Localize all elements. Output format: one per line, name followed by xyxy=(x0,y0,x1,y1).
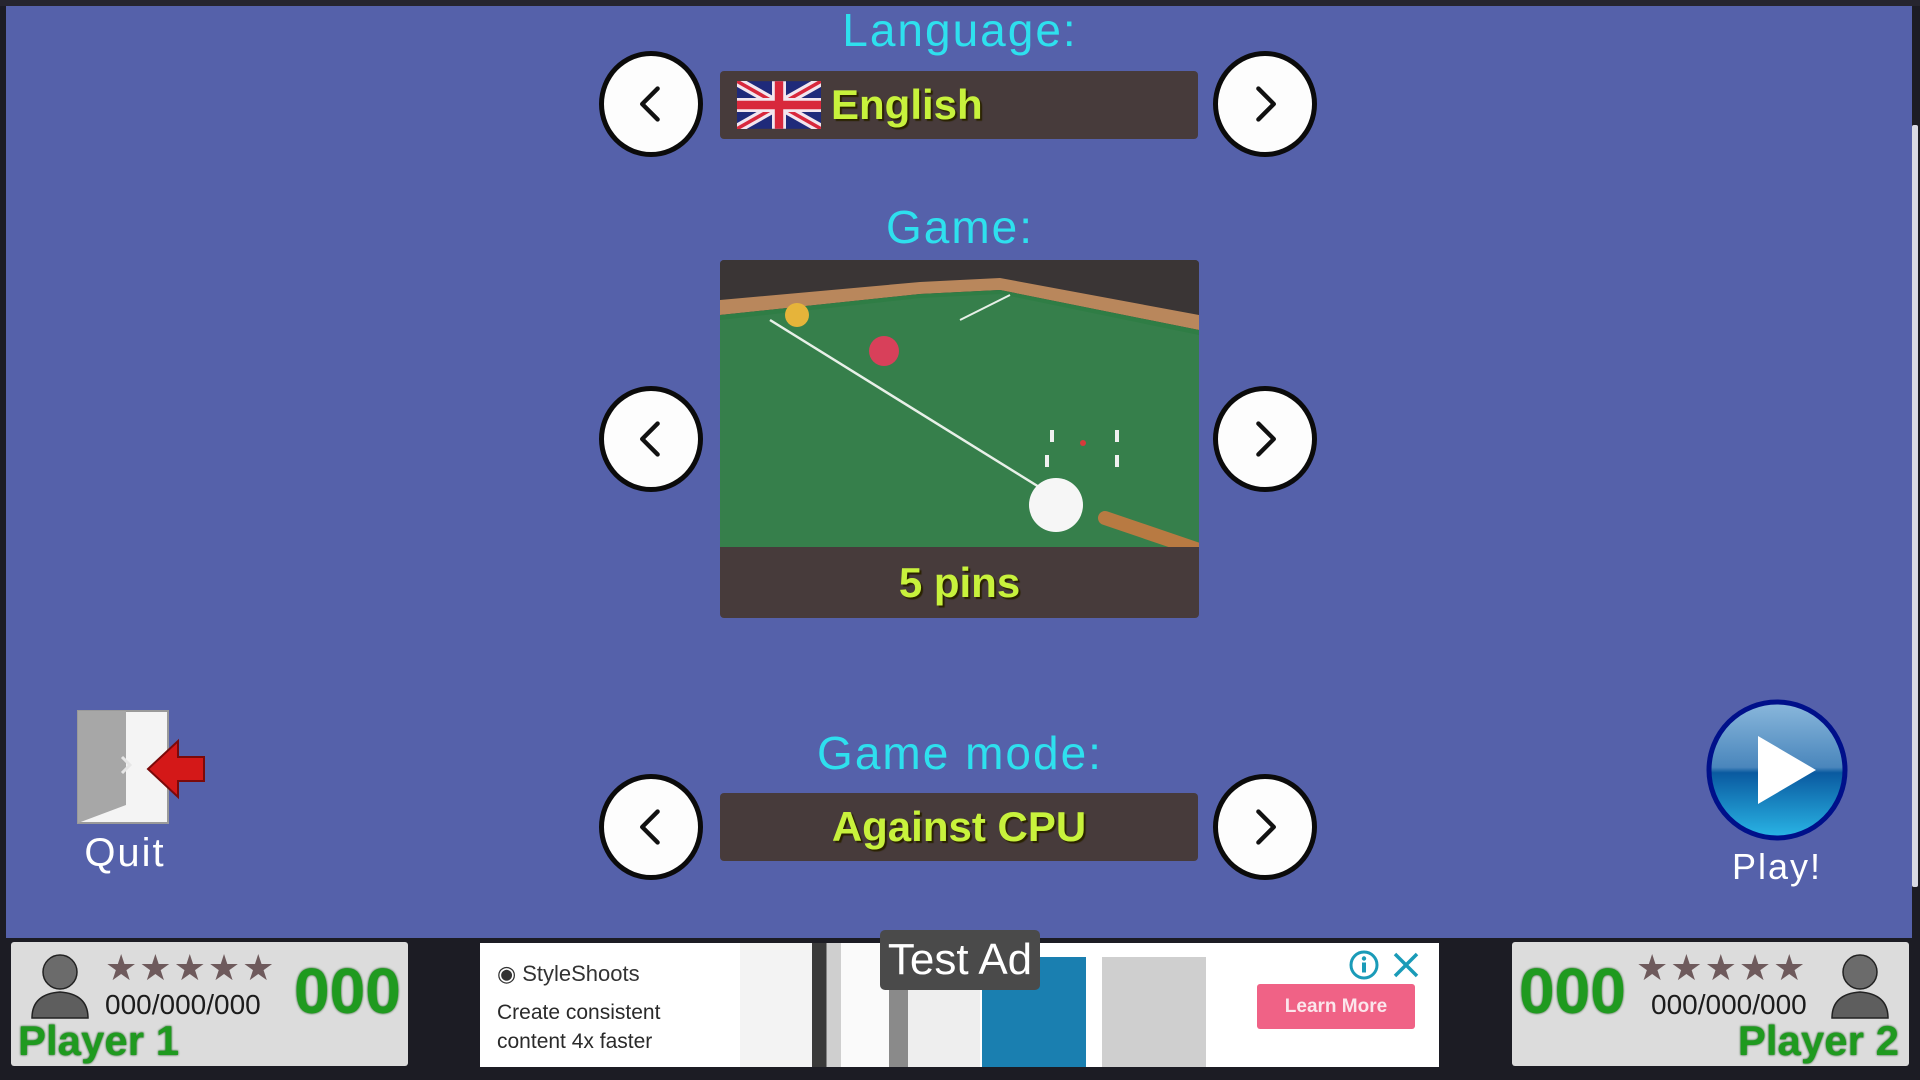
ad-image-model-2 xyxy=(1102,957,1206,1067)
chevron-right-icon xyxy=(1256,421,1276,457)
game-card[interactable]: 5 pins xyxy=(720,260,1199,618)
chevron-right-icon xyxy=(1256,86,1276,122)
player1-card: ★ ★ ★ ★ ★ 000/000/000 000 Player 1 xyxy=(11,942,408,1066)
game-value: 5 pins xyxy=(898,558,1021,606)
exit-door-icon xyxy=(77,710,205,824)
chevron-left-icon xyxy=(640,809,660,845)
ad-brand: ◉ StyleShoots xyxy=(497,961,640,987)
game-next-button[interactable] xyxy=(1213,386,1317,492)
play-button[interactable]: Play! xyxy=(1702,698,1852,893)
language-next-button[interactable] xyxy=(1213,51,1317,157)
chevron-right-icon xyxy=(1256,809,1276,845)
star-icon: ★ xyxy=(1636,947,1669,988)
game-mode-prev-button[interactable] xyxy=(599,774,703,880)
game-label: Game: xyxy=(885,201,1035,253)
ad-copy-line2: content 4x faster xyxy=(497,1030,653,1053)
uk-flag-icon xyxy=(737,81,821,129)
player2-name: Player 2 xyxy=(1737,1017,1899,1064)
user-avatar-icon xyxy=(31,954,89,1019)
chevron-left-icon xyxy=(640,421,660,457)
ad-brand-name: StyleShoots xyxy=(522,961,640,986)
player1-name: Player 1 xyxy=(18,1017,180,1064)
star-icon: ★ xyxy=(1704,947,1737,988)
player1-stars: ★ ★ ★ ★ ★ xyxy=(105,950,274,986)
play-label: Play! xyxy=(1731,846,1823,887)
game-mode-next-button[interactable] xyxy=(1213,774,1317,880)
language-label: Language: xyxy=(842,4,1078,56)
language-prev-button[interactable] xyxy=(599,51,703,157)
star-icon: ★ xyxy=(207,947,241,988)
star-icon: ★ xyxy=(1670,947,1703,988)
play-icon xyxy=(1706,699,1848,841)
star-icon: ★ xyxy=(139,947,172,988)
player2-card: 000 ★ ★ ★ ★ ★ 000/000/000 Player 2 xyxy=(1512,942,1909,1066)
info-icon[interactable] xyxy=(1348,949,1380,981)
brand-logo-icon: ◉ xyxy=(497,961,517,986)
star-icon: ★ xyxy=(1738,947,1772,988)
game-mode-value: Against CPU xyxy=(831,803,1087,850)
ad-copy: Create consistent content 4x faster xyxy=(497,998,660,1056)
quit-label: Quit xyxy=(84,831,166,875)
star-icon: ★ xyxy=(105,947,138,988)
star-icon: ★ xyxy=(242,947,275,988)
language-value: English xyxy=(831,81,983,128)
game-prev-button[interactable] xyxy=(599,386,703,492)
user-avatar-icon xyxy=(1831,954,1889,1019)
game-mode-value-box: Against CPU xyxy=(720,793,1198,861)
close-icon[interactable] xyxy=(1390,949,1422,981)
star-icon: ★ xyxy=(173,947,206,988)
language-value-box: English xyxy=(720,71,1198,139)
game-mode-label: Game mode: xyxy=(817,727,1103,779)
star-icon: ★ xyxy=(1773,947,1806,988)
quit-button[interactable]: Quit xyxy=(70,705,210,885)
player2-stars: ★ ★ ★ ★ ★ xyxy=(1636,950,1805,986)
test-ad-badge: Test Ad xyxy=(880,930,1040,990)
player1-score: 000 xyxy=(294,955,401,1027)
chevron-left-icon xyxy=(640,86,660,122)
ad-copy-line1: Create consistent xyxy=(497,1001,661,1024)
learn-more-button[interactable]: Learn More xyxy=(1257,984,1415,1029)
game-preview-image xyxy=(720,260,1199,547)
player2-score: 000 xyxy=(1519,955,1626,1027)
